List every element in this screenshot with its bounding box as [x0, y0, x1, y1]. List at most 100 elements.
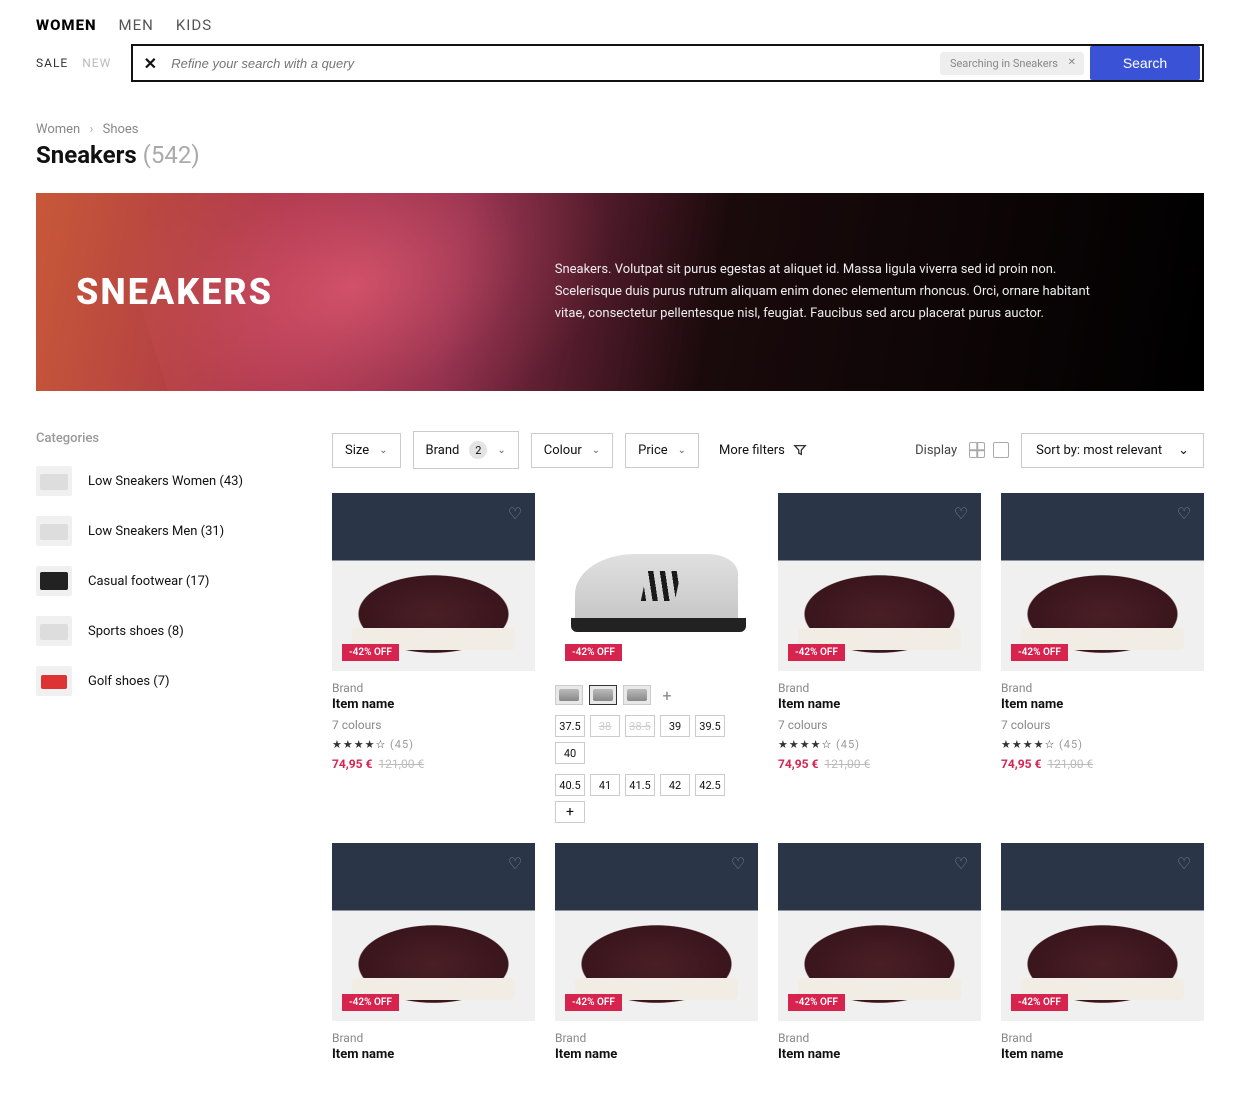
view-large-icon[interactable]: [993, 442, 1009, 458]
product-card[interactable]: ♡ -42% OFF Brand Item name: [555, 843, 758, 1062]
product-price: 74,95 €121,00 €: [778, 757, 981, 771]
discount-badge: -42% OFF: [1011, 994, 1068, 1011]
category-thumb: [36, 616, 72, 646]
size-option[interactable]: 42: [660, 774, 690, 796]
product-card[interactable]: ♡ -42% OFF Brand Item name 7 colours ★★★…: [778, 493, 981, 823]
discount-badge: -42% OFF: [565, 644, 622, 661]
product-brand: Brand: [332, 681, 535, 695]
size-option[interactable]: 37.5: [555, 715, 585, 737]
product-brand: Brand: [778, 1031, 981, 1045]
discount-badge: -42% OFF: [342, 644, 399, 661]
filter-price[interactable]: Price⌄: [625, 433, 699, 468]
hero-heading: SNEAKERS: [76, 271, 555, 313]
variant-thumb[interactable]: [589, 685, 617, 705]
size-option[interactable]: 38: [590, 715, 620, 737]
colour-variants: +: [555, 685, 758, 705]
sidebar-category-item[interactable]: Golf shoes (7): [36, 666, 296, 696]
sidebar-category-item[interactable]: Sports shoes (8): [36, 616, 296, 646]
size-more[interactable]: +: [555, 801, 585, 823]
filter-row: Size⌄ Brand 2 ⌄ Colour⌄ Price⌄ More filt…: [332, 431, 1204, 469]
variant-thumb[interactable]: [623, 685, 651, 705]
product-name: Item name: [332, 1047, 535, 1062]
product-brand: Brand: [555, 1031, 758, 1045]
sidebar-heading: Categories: [36, 431, 296, 446]
product-brand: Brand: [778, 681, 981, 695]
search-input[interactable]: [167, 56, 940, 71]
heart-icon[interactable]: ♡: [505, 853, 525, 873]
sidebar-category-item[interactable]: Casual footwear (17): [36, 566, 296, 596]
breadcrumb-item[interactable]: Shoes: [103, 122, 139, 137]
subnav: SALE NEW: [36, 56, 111, 70]
size-option[interactable]: 41.5: [625, 774, 655, 796]
product-brand: Brand: [1001, 1031, 1204, 1045]
category-thumb: [36, 566, 72, 596]
product-card[interactable]: ♡ -42% OFF Brand Item name: [778, 843, 981, 1062]
hero-description: Sneakers. Volutpat sit purus egestas at …: [555, 259, 1095, 325]
size-option[interactable]: 42.5: [695, 774, 725, 796]
product-rating: ★★★★☆ (45): [332, 738, 535, 751]
heart-icon[interactable]: ♡: [1174, 853, 1194, 873]
product-card[interactable]: ♡ -42% OFF Brand Item name: [1001, 843, 1204, 1062]
filter-brand[interactable]: Brand 2 ⌄: [413, 431, 519, 469]
product-name: Item name: [778, 697, 981, 712]
subnav-new[interactable]: NEW: [82, 56, 111, 70]
product-rating: ★★★★☆ (45): [1001, 738, 1204, 751]
nav-kids[interactable]: KIDS: [176, 16, 212, 34]
category-label: Low Sneakers Women (43): [88, 474, 243, 489]
size-option[interactable]: 40.5: [555, 774, 585, 796]
product-rating: ★★★★☆ (45): [778, 738, 981, 751]
chevron-right-icon: ›: [89, 122, 93, 137]
sidebar-category-item[interactable]: Low Sneakers Men (31): [36, 516, 296, 546]
product-name: Item name: [555, 1047, 758, 1062]
size-option[interactable]: 40: [555, 742, 585, 764]
category-thumb: [36, 516, 72, 546]
nav-men[interactable]: MEN: [119, 16, 154, 34]
variant-thumb[interactable]: [555, 685, 583, 705]
product-card[interactable]: ♡ -42% OFF Brand Item name 7 colours ★★★…: [1001, 493, 1204, 823]
product-name: Item name: [1001, 1047, 1204, 1062]
filter-colour[interactable]: Colour⌄: [531, 433, 613, 468]
nav-women[interactable]: WOMEN: [36, 16, 97, 34]
discount-badge: -42% OFF: [342, 994, 399, 1011]
sidebar-category-item[interactable]: Low Sneakers Women (43): [36, 466, 296, 496]
size-option[interactable]: 39: [660, 715, 690, 737]
chevron-down-icon: ⌄: [592, 445, 600, 456]
heart-icon[interactable]: ♡: [505, 503, 525, 523]
chevron-down-icon: ⌄: [497, 445, 505, 456]
chevron-down-icon: ⌄: [1178, 443, 1189, 458]
product-name: Item name: [332, 697, 535, 712]
discount-badge: -42% OFF: [1011, 644, 1068, 661]
top-nav: WOMEN MEN KIDS: [36, 0, 1204, 44]
product-card-hover[interactable]: -42% OFF + 37.53838.53939.5 40 40.54141.5…: [555, 493, 758, 823]
size-row: 40.54141.54242.5 +: [555, 774, 758, 823]
sort-dropdown[interactable]: Sort by: most relevant⌄: [1021, 433, 1204, 468]
heart-icon[interactable]: ♡: [951, 503, 971, 523]
variant-more[interactable]: +: [657, 686, 677, 705]
close-icon[interactable]: ✕: [133, 54, 167, 73]
more-filters[interactable]: More filters: [719, 443, 807, 458]
filter-size[interactable]: Size⌄: [332, 433, 401, 468]
search-context-chip[interactable]: Searching in Sneakers: [940, 52, 1084, 75]
subnav-sale[interactable]: SALE: [36, 56, 68, 70]
heart-icon[interactable]: ♡: [728, 853, 748, 873]
category-thumb: [36, 466, 72, 496]
category-label: Golf shoes (7): [88, 674, 170, 689]
product-card[interactable]: ♡ -42% OFF Brand Item name: [332, 843, 535, 1062]
search-button[interactable]: Search: [1090, 46, 1200, 80]
heart-icon[interactable]: ♡: [951, 853, 971, 873]
product-colours: 7 colours: [778, 718, 981, 732]
chevron-down-icon: ⌄: [678, 445, 686, 456]
search-bar: ✕ Searching in Sneakers Search: [131, 44, 1204, 82]
size-option[interactable]: 39.5: [695, 715, 725, 737]
category-label: Sports shoes (8): [88, 624, 184, 639]
breadcrumb: Women › Shoes: [36, 122, 1204, 137]
size-row: 37.53838.53939.5 40: [555, 715, 758, 764]
product-card[interactable]: ♡ -42% OFF Brand Item name 7 colours ★★★…: [332, 493, 535, 823]
view-grid-icon[interactable]: [969, 442, 985, 458]
heart-icon[interactable]: ♡: [1174, 503, 1194, 523]
category-label: Low Sneakers Men (31): [88, 524, 224, 539]
size-option[interactable]: 41: [590, 774, 620, 796]
category-thumb: [36, 666, 72, 696]
size-option[interactable]: 38.5: [625, 715, 655, 737]
breadcrumb-item[interactable]: Women: [36, 122, 80, 137]
